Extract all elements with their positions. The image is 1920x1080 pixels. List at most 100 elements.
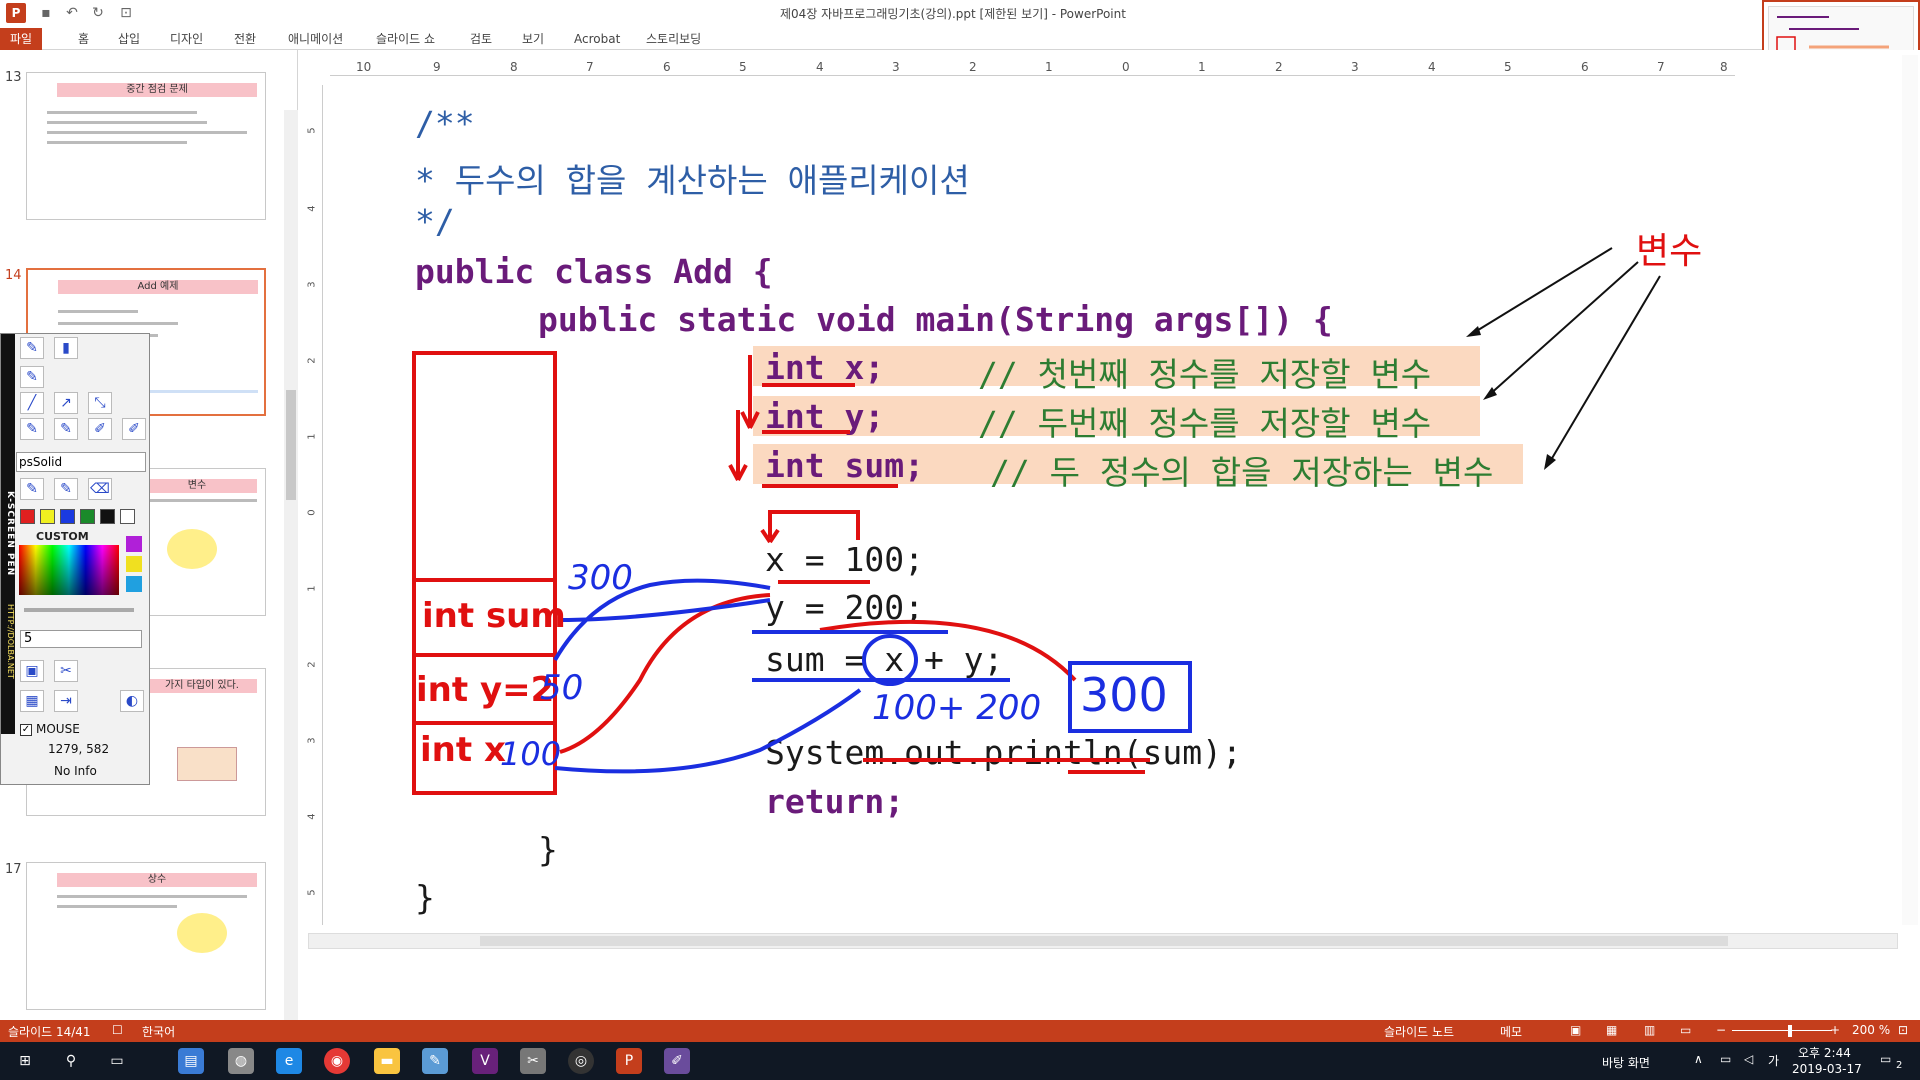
ruler-label: 1 xyxy=(306,433,318,440)
comments-button[interactable]: 메모 xyxy=(1500,1023,1522,1040)
custom-swatch-yellow[interactable] xyxy=(126,556,142,572)
custom-swatch-purple[interactable] xyxy=(126,536,142,552)
tab-file[interactable]: 파일 xyxy=(0,28,43,50)
code-line-close-method: } xyxy=(538,830,558,869)
pen-thin-icon[interactable]: ✎ xyxy=(20,366,44,388)
desktop-toolbar-label[interactable]: 바탕 화면 xyxy=(1602,1054,1650,1071)
tab-insert[interactable]: 삽입 xyxy=(114,28,144,50)
ruler-label: 3 xyxy=(306,737,318,744)
file-explorer-icon[interactable]: ▬ xyxy=(374,1048,400,1074)
zoom-level[interactable]: 200 % xyxy=(1852,1023,1890,1037)
powerpoint-taskbar-icon[interactable]: P xyxy=(616,1048,642,1074)
line-icon[interactable]: ╱ xyxy=(20,392,44,414)
horizontal-scrollbar-thumb[interactable] xyxy=(480,936,1728,946)
pen-size-1-icon[interactable]: ✎ xyxy=(20,418,44,440)
pen-mode-icon[interactable]: ✎ xyxy=(20,478,44,500)
eraser-icon[interactable]: ⌫ xyxy=(88,478,112,500)
vertical-scrollbar[interactable] xyxy=(1902,55,1918,925)
tab-transitions[interactable]: 전환 xyxy=(230,28,260,50)
screen-pen-taskbar-icon[interactable]: ✐ xyxy=(664,1048,690,1074)
edge-icon[interactable]: e xyxy=(276,1048,302,1074)
highlighter-icon[interactable]: ▮ xyxy=(54,337,78,359)
undo-icon[interactable]: ↶ xyxy=(62,3,82,23)
double-arrow-icon[interactable]: ⤡ xyxy=(88,392,112,414)
thumbnail-title: 변수 xyxy=(137,479,257,493)
color-swatch-red[interactable] xyxy=(20,509,35,524)
zoom-slider[interactable] xyxy=(1732,1030,1832,1031)
color-swatch-black[interactable] xyxy=(100,509,115,524)
snipping-icon[interactable]: ✂ xyxy=(520,1048,546,1074)
save-ink-icon[interactable]: ▣ xyxy=(20,660,44,682)
slide-canvas[interactable] xyxy=(330,85,1735,925)
exit-icon[interactable]: ⇥ xyxy=(54,690,78,712)
clear-ink-icon[interactable]: ✂ xyxy=(54,660,78,682)
reading-view-icon[interactable]: ▥ xyxy=(1644,1023,1655,1037)
clock-date[interactable]: 2019-03-17 xyxy=(1792,1062,1862,1076)
ruler-label: 10 xyxy=(356,60,372,74)
tab-view[interactable]: 보기 xyxy=(518,28,548,50)
capture-icon[interactable]: ▦ xyxy=(20,690,44,712)
tab-review[interactable]: 검토 xyxy=(466,28,496,50)
pen-size-spinner[interactable]: 5 xyxy=(20,630,142,648)
pen-size-4-icon[interactable]: ✐ xyxy=(122,418,146,440)
volume-icon[interactable]: ◁ xyxy=(1744,1052,1753,1066)
spellcheck-icon[interactable]: ☐ xyxy=(112,1023,123,1037)
size-slider[interactable] xyxy=(24,608,134,612)
chrome-icon[interactable]: ◉ xyxy=(324,1048,350,1074)
thumbnail-scrollbar[interactable] xyxy=(284,110,298,1060)
ruler-label: 2 xyxy=(306,661,318,668)
tab-home[interactable]: 홈 xyxy=(74,28,93,50)
redo-icon[interactable]: ↻ xyxy=(88,3,108,23)
tab-storyboarding[interactable]: 스토리보딩 xyxy=(642,28,705,50)
present-icon[interactable]: ⊡ xyxy=(116,3,136,23)
powerpoint-app-icon[interactable]: P xyxy=(6,3,26,23)
visual-studio-icon[interactable]: V xyxy=(472,1048,498,1074)
line-style-select[interactable]: psSolid xyxy=(16,452,146,472)
windows-taskbar: ⊞ ⚲ ▭ ▤ ◍ e ◉ ▬ ✎ V ✂ ◎ P ✐ 바탕 화면 ∧ ▭ ◁ … xyxy=(0,1042,1920,1080)
thumbnail-title: 상수 xyxy=(57,873,257,887)
slide-thumbnail-17[interactable]: 상수 xyxy=(26,862,266,1010)
search-icon[interactable]: ⚲ xyxy=(58,1048,84,1074)
color-swatch-yellow[interactable] xyxy=(40,509,55,524)
start-icon[interactable]: ⊞ xyxy=(12,1048,38,1074)
zoom-slider-thumb[interactable] xyxy=(1788,1025,1792,1037)
mouse-checkbox[interactable]: ✓ xyxy=(20,724,32,736)
normal-view-icon[interactable]: ▣ xyxy=(1570,1023,1581,1037)
pen-size-3-icon[interactable]: ✐ xyxy=(88,418,112,440)
desktop-app-icon[interactable]: ▤ xyxy=(178,1048,204,1074)
tab-design[interactable]: 디자인 xyxy=(166,28,207,50)
custom-swatch-cyan[interactable] xyxy=(126,576,142,592)
notifications-icon[interactable]: ▭ xyxy=(1880,1052,1891,1066)
language-indicator[interactable]: 한국어 xyxy=(142,1023,175,1040)
slideshow-icon[interactable]: ▭ xyxy=(1680,1023,1691,1037)
tab-acrobat[interactable]: Acrobat xyxy=(570,28,624,50)
color-picker[interactable] xyxy=(19,545,119,595)
color-swatch-blue[interactable] xyxy=(60,509,75,524)
toggle-icon[interactable]: ◐ xyxy=(120,690,144,712)
slide-sorter-icon[interactable]: ▦ xyxy=(1606,1023,1617,1037)
tab-animations[interactable]: 애니메이션 xyxy=(284,28,347,50)
ruler-label: 4 xyxy=(1428,60,1436,74)
color-swatch-white[interactable] xyxy=(120,509,135,524)
color-swatch-green[interactable] xyxy=(80,509,95,524)
tab-slideshow[interactable]: 슬라이드 쇼 xyxy=(372,28,439,50)
tray-expand-icon[interactable]: ∧ xyxy=(1694,1052,1703,1066)
save-icon[interactable]: ▪ xyxy=(36,3,56,23)
clock-time[interactable]: 오후 2:44 xyxy=(1798,1044,1851,1061)
pen-size-2-icon[interactable]: ✎ xyxy=(54,418,78,440)
arrow-icon[interactable]: ↗ xyxy=(54,392,78,414)
ime-indicator[interactable]: 가 xyxy=(1768,1052,1779,1069)
fit-slide-icon[interactable]: ⊡ xyxy=(1898,1023,1908,1037)
pen-tool-icon[interactable]: ✎ xyxy=(20,337,44,359)
notes-app-icon[interactable]: ✎ xyxy=(422,1048,448,1074)
notes-button[interactable]: 슬라이드 노트 xyxy=(1384,1023,1454,1040)
marker-mode-icon[interactable]: ✎ xyxy=(54,478,78,500)
media-icon[interactable]: ◎ xyxy=(568,1048,594,1074)
thumbnail-scrollbar-thumb[interactable] xyxy=(286,390,296,500)
task-view-icon[interactable]: ▭ xyxy=(104,1048,130,1074)
network-icon[interactable]: ▭ xyxy=(1720,1052,1731,1066)
zoom-in-icon[interactable]: + xyxy=(1830,1023,1840,1037)
zoom-out-icon[interactable]: − xyxy=(1716,1023,1726,1037)
slide-thumbnail-13[interactable]: 중간 점검 문제 xyxy=(26,72,266,220)
paint-icon[interactable]: ◍ xyxy=(228,1048,254,1074)
